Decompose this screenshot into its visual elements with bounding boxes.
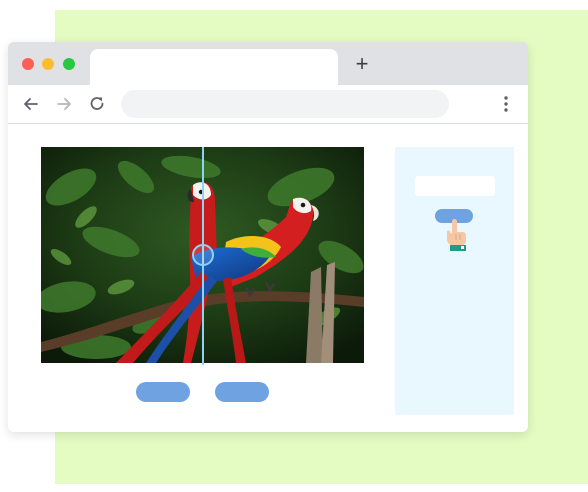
side-panel [395,147,514,415]
more-menu-icon[interactable] [496,94,516,114]
tab-bar: + [8,42,528,85]
close-window-button[interactable] [22,58,34,70]
maximize-window-button[interactable] [63,58,75,70]
minimize-window-button[interactable] [42,58,54,70]
forward-arrow-icon[interactable] [54,94,74,114]
browser-toolbar [8,85,528,124]
back-arrow-icon[interactable] [21,94,41,114]
new-tab-button[interactable]: + [352,53,372,75]
reload-icon[interactable] [87,94,107,114]
side-panel-input[interactable] [415,176,495,196]
active-tab[interactable] [90,49,338,85]
pointing-hand-icon [441,217,469,251]
action-button-2[interactable] [215,382,269,402]
action-button-1[interactable] [136,382,190,402]
address-bar[interactable] [121,90,449,118]
slider-handle-icon[interactable] [192,244,214,266]
browser-window: + [8,42,528,432]
